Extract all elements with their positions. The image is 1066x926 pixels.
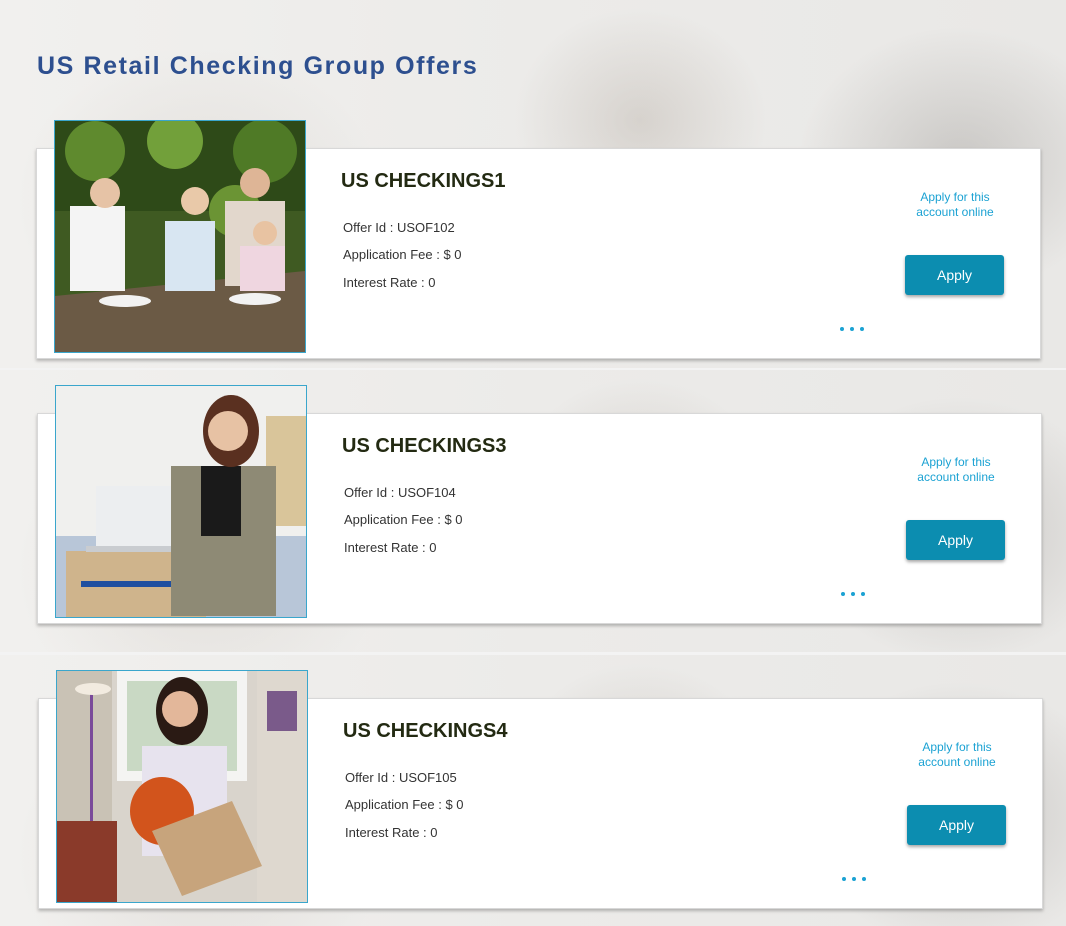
interest-rate: Interest Rate : 0 [344,540,437,555]
more-dots-icon[interactable] [841,592,865,598]
offer-photo [56,670,308,903]
offer-name: US CHECKINGS3 [342,435,507,457]
offer-id: Offer Id : USOF105 [345,770,457,785]
more-dots-icon[interactable] [840,327,864,333]
offer-name: US CHECKINGS4 [343,720,508,742]
application-fee: Application Fee : $ 0 [345,797,464,812]
page-title: US Retail Checking Group Offers [37,52,479,80]
interest-rate: Interest Rate : 0 [345,825,438,840]
offer-card: US CHECKINGS3 Offer Id : USOF104 Applica… [37,385,1042,624]
application-fee: Application Fee : $ 0 [343,247,462,262]
offer-card: US CHECKINGS4 Offer Id : USOF105 Applica… [38,670,1043,909]
offer-card: US CHECKINGS1 Offer Id : USOF102 Applica… [36,120,1041,359]
offer-id: Offer Id : USOF104 [344,485,456,500]
interest-rate: Interest Rate : 0 [343,275,436,290]
offer-photo [54,120,306,353]
apply-button[interactable]: Apply [907,805,1006,845]
apply-button[interactable]: Apply [905,255,1004,295]
offer-id: Offer Id : USOF102 [343,220,455,235]
more-dots-icon[interactable] [842,877,866,883]
offer-photo [55,385,307,618]
application-fee: Application Fee : $ 0 [344,512,463,527]
apply-online-link[interactable]: Apply for this account online [904,455,1008,485]
apply-online-link[interactable]: Apply for this account online [903,190,1007,220]
apply-button[interactable]: Apply [906,520,1005,560]
offer-name: US CHECKINGS1 [341,170,506,192]
apply-online-link[interactable]: Apply for this account online [905,740,1009,770]
